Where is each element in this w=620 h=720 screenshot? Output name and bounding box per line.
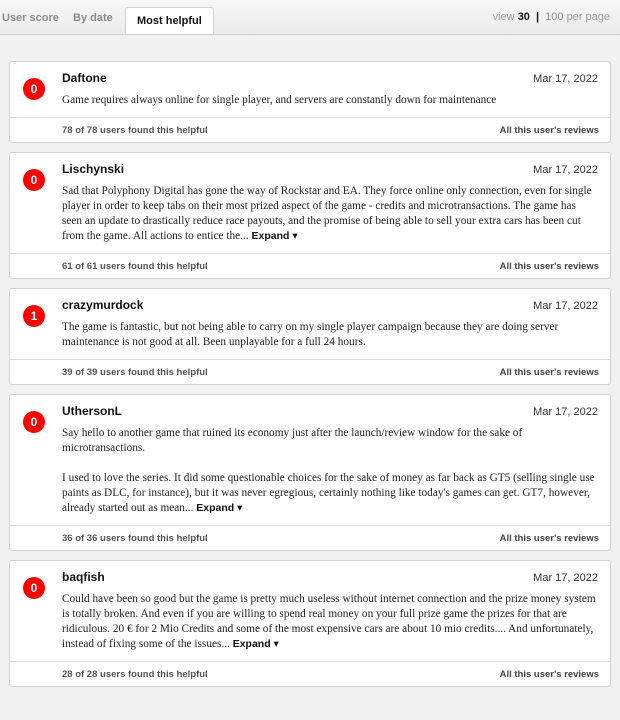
review-card: 0 UthersonL Mar 17, 2022 Say hello to an… [9, 394, 611, 551]
expand-button[interactable]: Expand ▾ [233, 638, 279, 650]
all-user-reviews-link[interactable]: All this user's reviews [500, 669, 599, 680]
review-card: 0 baqfish Mar 17, 2022 Could have been s… [9, 560, 611, 687]
review-author[interactable]: Lischynski [62, 162, 124, 176]
review-author[interactable]: baqfish [62, 570, 105, 584]
tab-by-date[interactable]: By date [73, 12, 113, 24]
review-date: Mar 17, 2022 [533, 73, 598, 85]
score-badge: 0 [23, 577, 45, 599]
score-badge: 0 [23, 78, 45, 100]
expand-button[interactable]: Expand ▾ [252, 230, 298, 242]
review-text-content: The game is fantastic, but not being abl… [62, 321, 559, 348]
all-user-reviews-link[interactable]: All this user's reviews [500, 125, 599, 136]
review-text-content: Could have been so good but the game is … [62, 593, 596, 650]
review-card: 0 Lischynski Mar 17, 2022 Sad that Polyp… [9, 152, 611, 279]
review-date: Mar 17, 2022 [533, 406, 598, 418]
per-page-selector: view 30 | 100 per page [493, 11, 610, 23]
tab-user-score[interactable]: User score [2, 12, 59, 24]
helpful-count: 28 of 28 users found this helpful [62, 668, 208, 680]
review-card: 1 crazymurdock Mar 17, 2022 The game is … [9, 288, 611, 385]
review-text-content: Game requires always online for single p… [62, 94, 497, 106]
review-author[interactable]: Daftone [62, 71, 107, 85]
review-text: Game requires always online for single p… [62, 93, 598, 108]
review-date: Mar 17, 2022 [533, 164, 598, 176]
score-badge: 0 [23, 411, 45, 433]
helpful-count: 78 of 78 users found this helpful [62, 124, 208, 136]
review-author[interactable]: crazymurdock [62, 298, 143, 312]
per-page-prefix: view [492, 11, 515, 23]
review-text: Sad that Polyphony Digital has gone the … [62, 184, 598, 244]
all-user-reviews-link[interactable]: All this user's reviews [500, 261, 599, 272]
review-text: Could have been so good but the game is … [62, 592, 598, 652]
review-text-content: Sad that Polyphony Digital has gone the … [62, 185, 592, 242]
review-text-content: Say hello to another game that ruined it… [62, 427, 595, 514]
review-text: Say hello to another game that ruined it… [62, 426, 598, 516]
review-text: The game is fantastic, but not being abl… [62, 320, 598, 350]
review-date: Mar 17, 2022 [533, 300, 598, 312]
helpful-count: 39 of 39 users found this helpful [62, 366, 208, 378]
helpful-count: 61 of 61 users found this helpful [62, 260, 208, 272]
score-badge: 0 [23, 169, 45, 191]
per-page-100[interactable]: 100 [545, 11, 563, 23]
review-date: Mar 17, 2022 [533, 572, 598, 584]
review-card: 0 Daftone Mar 17, 2022 Game requires alw… [9, 61, 611, 143]
tab-most-helpful[interactable]: Most helpful [125, 7, 214, 34]
per-page-30[interactable]: 30 [518, 11, 530, 23]
helpful-count: 36 of 36 users found this helpful [62, 532, 208, 544]
all-user-reviews-link[interactable]: All this user's reviews [500, 533, 599, 544]
score-badge: 1 [23, 305, 45, 327]
sort-bar: User score By date Most helpful view 30 … [0, 0, 620, 35]
all-user-reviews-link[interactable]: All this user's reviews [500, 367, 599, 378]
per-page-separator: | [536, 11, 540, 23]
review-author[interactable]: UthersonL [62, 404, 122, 418]
review-list: 0 Daftone Mar 17, 2022 Game requires alw… [9, 61, 611, 696]
expand-button[interactable]: Expand ▾ [196, 502, 242, 514]
per-page-suffix: per page [566, 11, 610, 23]
